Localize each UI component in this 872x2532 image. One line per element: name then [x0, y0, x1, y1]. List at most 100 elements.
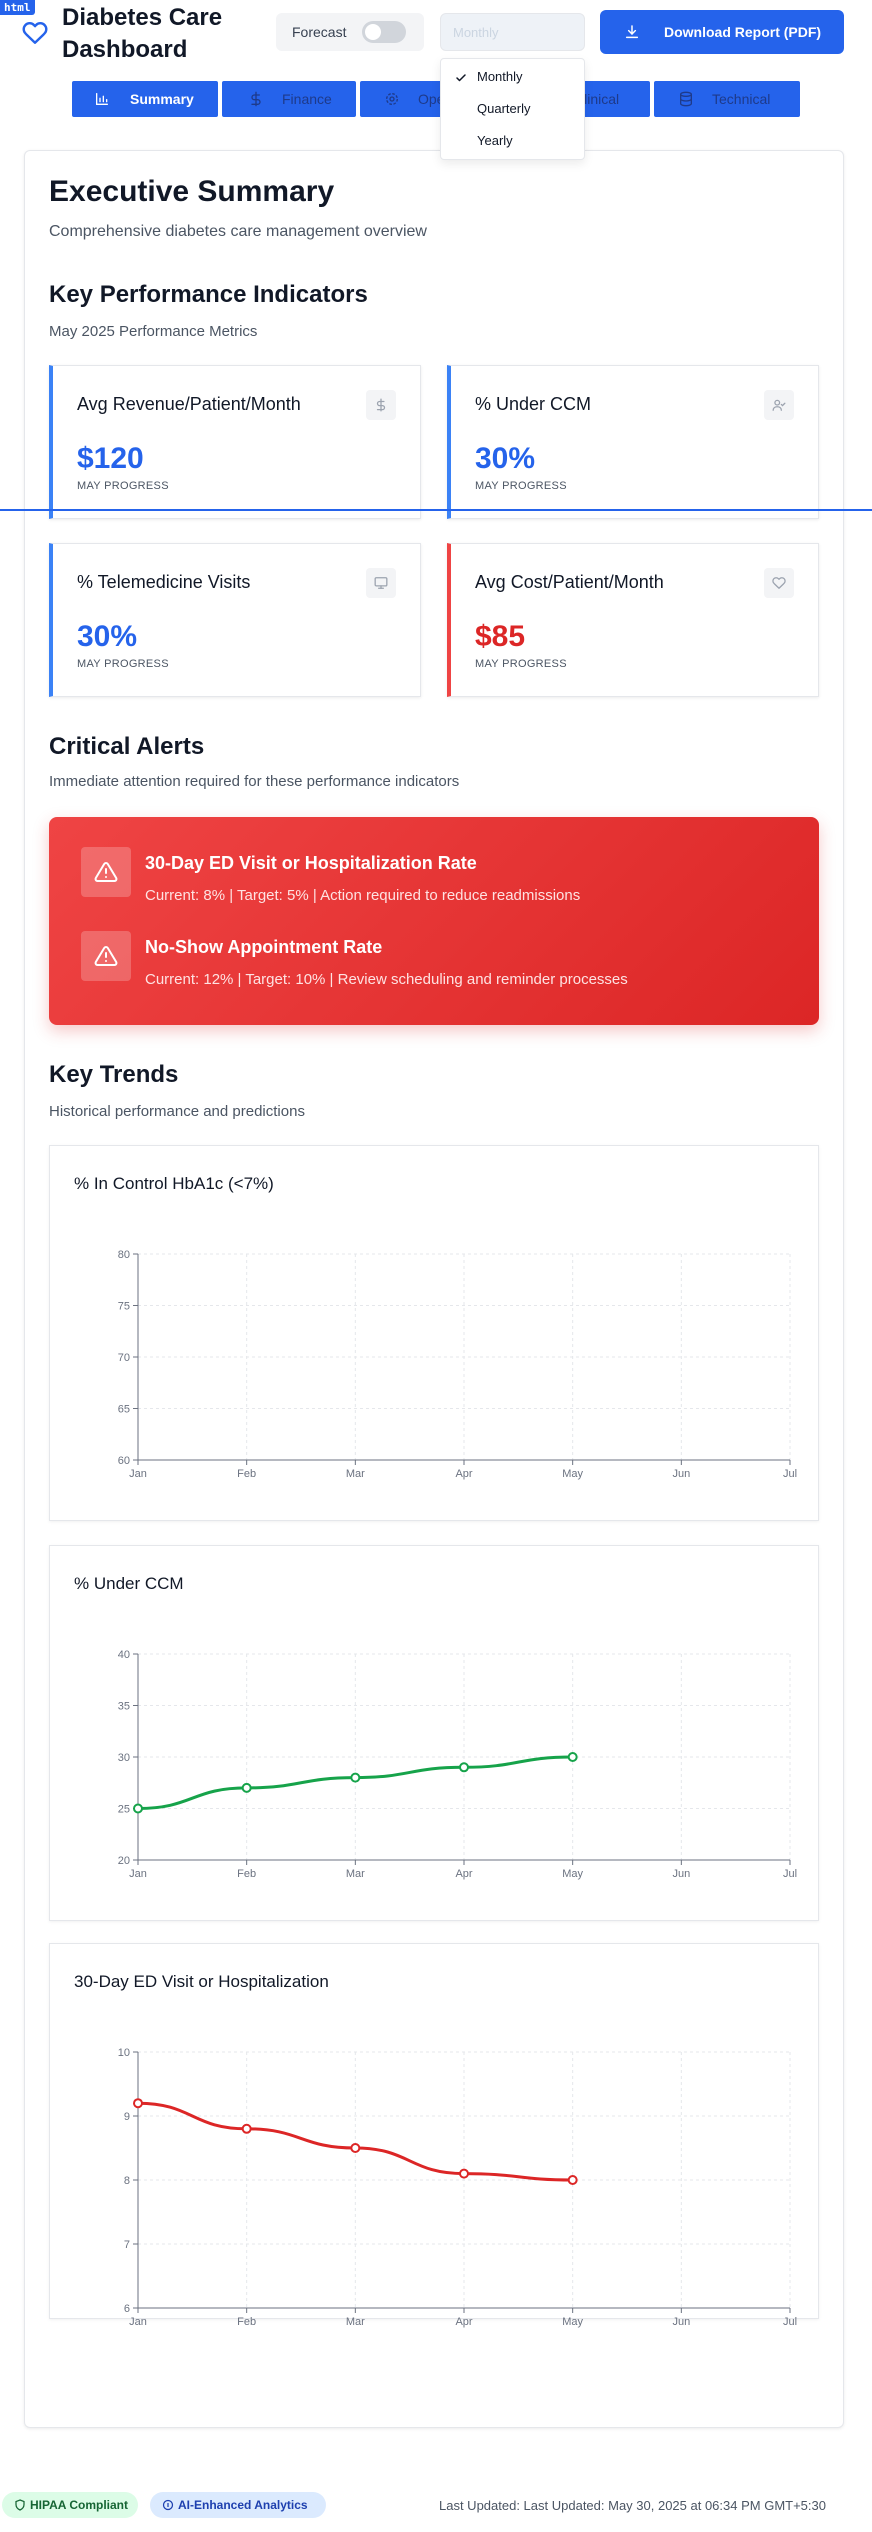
- dropdown-option-quarterly[interactable]: Quarterly: [477, 101, 530, 116]
- chart-card-hba1c: % In Control HbA1c (<7%) 60 65 70 75 80 Jan Fe…: [49, 1145, 819, 1521]
- kpi-section-subtitle: May 2025 Performance Metrics: [49, 323, 258, 340]
- dropdown-option-monthly[interactable]: Monthly: [477, 69, 523, 84]
- data-point: [350, 1772, 361, 1783]
- kpi-caption: MAY PROGRESS: [77, 658, 169, 670]
- trends-section-title: Key Trends: [49, 1061, 179, 1088]
- heart-icon: [772, 577, 786, 589]
- kpi-card: Avg Revenue/Patient/Month $120 MAY PROGR…: [49, 365, 421, 519]
- shield-icon: [15, 2499, 25, 2511]
- data-point: [241, 2123, 252, 2134]
- kpi-card: % Under CCM 30% MAY PROGRESS: [447, 365, 819, 519]
- kpi-value: $120: [77, 442, 144, 475]
- tab-label: Summary: [130, 91, 194, 107]
- header: Diabetes Care Dashboard Forecast Monthly…: [0, 0, 872, 124]
- y-tick-label: 9: [124, 2111, 130, 2123]
- x-tick-label: Feb: [237, 1868, 256, 1880]
- y-tick-label: 40: [118, 1649, 130, 1661]
- kpi-title: % Under CCM: [475, 394, 592, 414]
- kpi-card: % Telemedicine Visits 30% MAY PROGRESS: [49, 543, 421, 697]
- x-tick-label: Jan: [129, 1468, 147, 1480]
- dropdown-option-yearly[interactable]: Yearly: [477, 133, 513, 148]
- tab-summary[interactable]: Summary: [72, 81, 218, 117]
- ed-visit-line-chart: 6 7 8 9 10 Jan Feb Mar Apr May Jun Jul: [118, 2047, 797, 2328]
- executive-summary-title: Executive Summary: [49, 175, 335, 208]
- kpi-icon-box: [366, 390, 396, 420]
- period-select-value: Monthly: [453, 25, 499, 40]
- y-tick-label: 10: [118, 2047, 130, 2059]
- kpi-card: Avg Cost/Patient/Month $85 MAY PROGRESS: [447, 543, 819, 697]
- download-report-button[interactable]: Download Report (PDF): [600, 10, 844, 54]
- toggle-knob: [365, 24, 381, 40]
- x-tick-label: Jan: [129, 2316, 147, 2328]
- x-tick-label: Feb: [237, 2316, 256, 2328]
- kpi-icon-box: [366, 568, 396, 598]
- alert-title: 30-Day ED Visit or Hospitalization Rate: [145, 853, 477, 873]
- chart-card-ed-visits: 30-Day ED Visit or Hospitalization 67891…: [49, 1943, 819, 2328]
- forecast-toggle[interactable]: [362, 21, 406, 43]
- alert-icon-box: [81, 931, 131, 981]
- y-tick-label: 65: [118, 1404, 130, 1416]
- main-content: Executive Summary Comprehensive diabetes…: [24, 150, 844, 2428]
- y-tick-label: 6: [124, 2303, 130, 2315]
- data-point: [350, 2143, 361, 2153]
- kpi-section-title: Key Performance Indicators: [49, 281, 368, 308]
- hipaa-badge: HIPAA Compliant: [2, 2492, 138, 2518]
- data-point: [459, 2168, 469, 2179]
- devtools-html-tag: html: [0, 0, 35, 15]
- user-check-icon: [772, 399, 786, 411]
- x-tick-label: Jun: [672, 1468, 690, 1480]
- chart-card-ccm: % Under CCM 20 25 30 35 40 Jan Feb Mar Apr May Jun…: [49, 1545, 819, 1921]
- kpi-icon-box: [764, 568, 794, 598]
- period-select[interactable]: Monthly: [440, 13, 585, 51]
- alert-description: Current: 8% | Target: 5% | Action requir…: [145, 887, 581, 904]
- x-tick-label: Jul: [783, 1868, 797, 1880]
- alerts-section-subtitle: Immediate attention required for these p…: [49, 773, 460, 790]
- forecast-toggle-group: Forecast: [276, 13, 424, 51]
- hipaa-badge-label: HIPAA Compliant: [30, 2498, 128, 2512]
- data-point: [459, 1762, 469, 1773]
- y-tick-label: 8: [124, 2175, 130, 2187]
- info-icon: [162, 2499, 174, 2511]
- y-tick-label: 20: [118, 1855, 130, 1867]
- ai-badge-label: AI-Enhanced Analytics: [178, 2498, 308, 2512]
- x-tick-label: Apr: [455, 2316, 472, 2328]
- kpi-title: % Telemedicine Visits: [77, 572, 251, 592]
- footer: HIPAA Compliant AI-Enhanced Analytics La…: [0, 2480, 872, 2532]
- heart-icon: [22, 22, 48, 44]
- trends-section-subtitle: Historical performance and predictions: [49, 1103, 305, 1120]
- x-tick-label: Jul: [783, 2316, 797, 2328]
- y-tick-label: 80: [118, 1249, 130, 1261]
- dollar-icon: [376, 398, 386, 412]
- period-dropdown: Monthly Quarterly Yearly: [440, 58, 585, 160]
- x-tick-label: Jun: [672, 2316, 690, 2328]
- data-point: [567, 2175, 578, 2185]
- y-tick-label: 60: [118, 1455, 130, 1467]
- data-point: [133, 2098, 143, 2109]
- kpi-caption: MAY PROGRESS: [475, 658, 567, 670]
- x-tick-label: May: [562, 2316, 583, 2328]
- alerts-section-title: Critical Alerts: [49, 733, 205, 760]
- hba1c-line-chart: 60 65 70 75 80 Jan Feb Mar Apr May Jun Jul: [118, 1249, 797, 1480]
- x-tick-label: Jul: [783, 1468, 797, 1480]
- x-tick-label: Jun: [672, 1868, 690, 1880]
- y-tick-label: 75: [118, 1301, 130, 1313]
- ccm-line-chart: 20 25 30 35 40 Jan Feb Mar Apr May Jun Jul: [118, 1649, 797, 1880]
- data-point: [133, 1803, 143, 1814]
- tab-technical[interactable]: Technical: [654, 81, 800, 117]
- x-tick-label: Feb: [237, 1468, 256, 1480]
- forecast-label: Forecast: [292, 24, 347, 40]
- data-point: [241, 1782, 252, 1793]
- y-tick-label: 70: [118, 1352, 130, 1364]
- bar-chart-icon: [96, 93, 108, 105]
- x-tick-label: May: [562, 1468, 583, 1480]
- alert-title: No-Show Appointment Rate: [145, 937, 383, 957]
- tab-finance[interactable]: Finance: [222, 81, 356, 117]
- x-tick-label: Mar: [346, 1868, 365, 1880]
- kpi-icon-box: [764, 390, 794, 420]
- x-tick-label: Mar: [346, 1468, 365, 1480]
- database-icon: [680, 91, 692, 107]
- y-tick-label: 7: [124, 2239, 130, 2251]
- kpi-title: Avg Cost/Patient/Month: [475, 572, 664, 592]
- warning-icon: [94, 945, 118, 966]
- gear-icon: [386, 93, 398, 105]
